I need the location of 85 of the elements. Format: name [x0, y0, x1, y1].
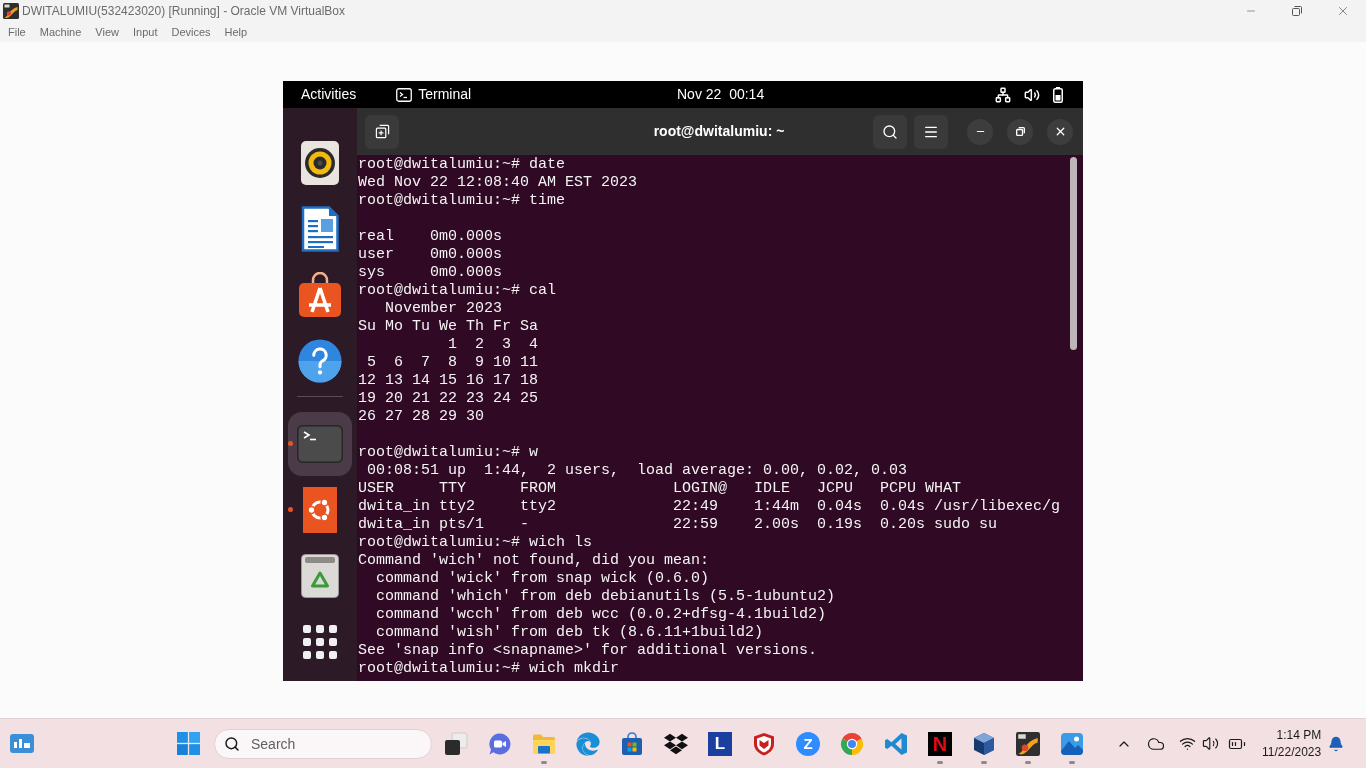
terminal-line: sys 0m0.000s [358, 264, 503, 281]
terminal-line: dwita_in tty2 tty2 22:49 1:44m 0.04s 0.04s /usr/libexec/g [358, 498, 1061, 515]
terminal-line: root@dwitalumiu:~# time [358, 192, 566, 209]
terminal-line: real 0m0.000s [358, 228, 503, 245]
menu-item[interactable]: View [88, 23, 126, 41]
new-tab-button[interactable] [365, 114, 399, 149]
volume-icon[interactable] [1202, 735, 1219, 752]
ribbon-icon[interactable] [884, 731, 908, 756]
cube-icon[interactable] [972, 731, 996, 756]
menu-item[interactable]: Devices [164, 23, 218, 41]
terminal-line: command 'wish' from deb tk (8.6.11+1build2) [376, 624, 764, 641]
terminal-line: USER TTY FROM LOGIN@ IDLE JCPU PCPU WHAT [358, 480, 962, 497]
terminal-line: 1 2 3 4 [448, 336, 538, 353]
menu-item[interactable]: Input [125, 23, 165, 41]
close-button[interactable] [1047, 118, 1073, 145]
clock-time[interactable]: 1:14 PM [1276, 726, 1322, 744]
letter-logo[interactable]: Z [796, 731, 820, 756]
terminal-line: root@dwitalumiu:~# cal [358, 282, 557, 299]
terminal-icon[interactable] [297, 425, 343, 463]
help-icon[interactable] [298, 339, 342, 383]
video-chat-icon[interactable] [488, 731, 512, 756]
activities-button[interactable]: Activities [295, 83, 363, 106]
terminal-line: See 'snap info <snapname>' for additional versions. [358, 642, 818, 659]
search-icon [224, 735, 240, 752]
menu-item[interactable]: File [1, 23, 33, 41]
document-icon[interactable] [301, 206, 339, 252]
terminal-line: Command 'wich' not found, did you mean: [358, 552, 710, 569]
terminal-line: 19 20 21 22 23 24 25 [358, 390, 539, 407]
new-tab-icon [374, 124, 390, 139]
volume-icon[interactable] [1024, 86, 1040, 103]
terminal-line: Wed Nov 22 12:08:40 AM EST 2023 [358, 174, 638, 191]
notification-bell-icon[interactable] [1328, 735, 1345, 752]
terminal-line: root@dwitalumiu:~# w [358, 444, 539, 461]
segmented-circle-icon[interactable] [840, 731, 864, 756]
restore-icon [1015, 127, 1025, 136]
letter-logo[interactable]: N [928, 731, 952, 756]
terminal-line: 26 27 28 29 30 [358, 408, 485, 425]
curve-logo-icon[interactable] [1016, 731, 1040, 756]
shopping-bag-icon[interactable] [298, 272, 342, 318]
terminal-line: 00:08:51 up 1:44, 2 users, load average: 0.00, 0.02, 0.03 [367, 462, 908, 479]
terminal-line: command 'which' from deb debianutils (5.5-1ubuntu2) [376, 588, 836, 605]
terminal-title: root@dwitalumiu: ~ [653, 122, 785, 141]
circle-nodes-icon[interactable] [303, 487, 337, 533]
restore-button[interactable] [1007, 118, 1033, 145]
scrollbar-thumb[interactable] [1070, 157, 1077, 350]
open-box-icon[interactable] [664, 731, 688, 756]
terminal-line: dwita_in pts/1 - 22:59 2.00s 0.19s 0.20s sudo su [358, 516, 998, 533]
terminal-line: Su Mo Tu We Th Fr Sa [358, 318, 539, 335]
menu-item[interactable]: Machine [32, 23, 89, 41]
terminal-line: root@dwitalumiu:~# date [358, 156, 566, 173]
clock-button[interactable]: Nov 22 00:14 [671, 83, 771, 106]
app-menu-button[interactable]: Terminal [392, 83, 476, 106]
app-grid-icon[interactable] [303, 625, 337, 659]
terminal-icon [396, 87, 413, 102]
close-icon [1336, 4, 1350, 18]
terminal-line: root@dwitalumiu:~# wich ls [358, 534, 593, 551]
bag-icon[interactable] [620, 731, 644, 756]
terminal-line: root@dwitalumiu:~# wich mkdir [358, 660, 620, 677]
terminal-line: user 0m0.000s [358, 246, 503, 263]
terminal-line: command 'wcch' from deb wcc (0.0.2+dfsg-4.1build2) [376, 606, 827, 623]
wifi-icon[interactable] [1179, 735, 1196, 752]
speaker-icon[interactable] [301, 141, 339, 185]
search-icon [882, 123, 898, 140]
start-icon[interactable] [176, 732, 200, 755]
clock-date[interactable]: 11/22/2023 [1262, 743, 1322, 761]
task-view-icon[interactable] [444, 731, 468, 756]
terminal-line: 5 6 7 8 9 10 11 [367, 354, 539, 371]
terminal-line: 12 13 14 15 16 17 18 [358, 372, 539, 389]
restore-icon [1292, 6, 1302, 16]
search-field[interactable]: Search [214, 728, 432, 759]
terminal-line: November 2023 [385, 300, 503, 317]
search-button[interactable] [873, 114, 907, 149]
image-icon[interactable] [1060, 731, 1084, 756]
terminal-line: command 'wick' from snap wick (0.6.0) [376, 570, 710, 587]
window-title: DWITALUMIU(532423020) [Running] - Oracle VM VirtualBox [22, 3, 345, 20]
network-icon[interactable] [995, 86, 1011, 103]
menu-button[interactable] [914, 114, 948, 149]
dashboard-icon[interactable] [10, 734, 34, 753]
app-logo-icon[interactable] [3, 3, 19, 19]
menu-item[interactable]: Help [217, 23, 255, 41]
recycle-bin-icon[interactable] [301, 554, 339, 598]
battery-icon[interactable] [1053, 86, 1063, 103]
letter-logo[interactable]: L [708, 731, 732, 756]
swirl-logo-icon[interactable] [576, 731, 600, 756]
shield-icon[interactable] [752, 731, 776, 756]
